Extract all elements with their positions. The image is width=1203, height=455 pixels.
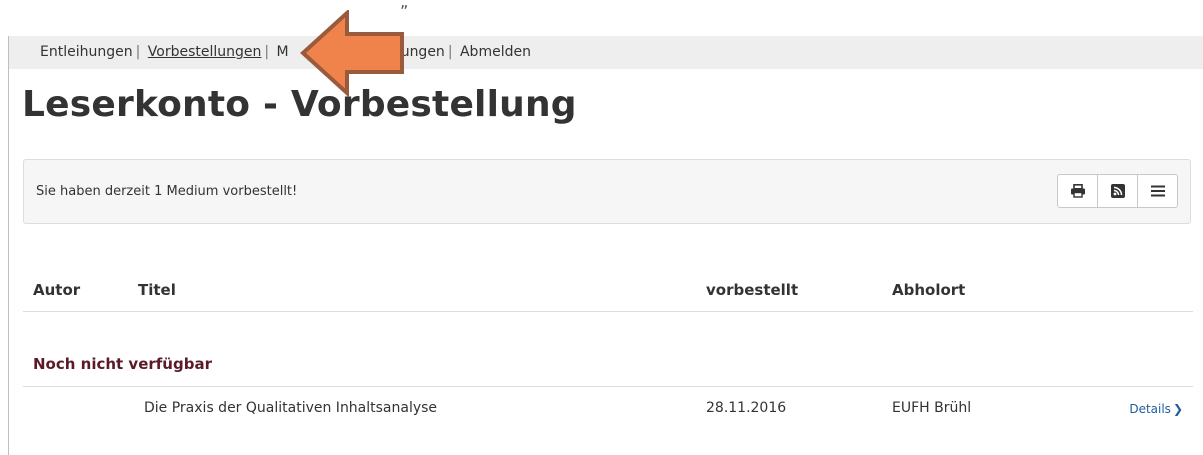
- column-header-vorbestellt[interactable]: vorbestellt: [706, 281, 798, 299]
- info-panel: Sie haben derzeit 1 Medium vorbestellt!: [23, 159, 1191, 224]
- reservation-count-text: Sie haben derzeit 1 Medium vorbestellt!: [36, 184, 298, 199]
- menu-icon: [1150, 185, 1165, 197]
- toolbar-button-group: [1057, 174, 1178, 208]
- group-divider: [23, 386, 1193, 387]
- account-nav-bar: Entleihungen| Vorbestellungen| Mnstellun…: [9, 36, 1203, 69]
- column-header-abholort[interactable]: Abholort: [892, 281, 965, 299]
- details-label: Details: [1129, 402, 1171, 416]
- nav-link-vorbestellungen[interactable]: Vorbestellungen: [148, 44, 262, 60]
- group-heading-unavailable: Noch nicht verfügbar: [33, 355, 212, 373]
- print-icon: [1070, 184, 1085, 198]
- nav-separator: |: [447, 44, 453, 60]
- details-link[interactable]: Details ❯: [1129, 402, 1183, 416]
- menu-button[interactable]: [1137, 174, 1178, 208]
- column-header-autor[interactable]: Autor: [33, 281, 80, 299]
- nav-separator: |: [264, 44, 270, 60]
- chevron-right-icon: ❯: [1172, 402, 1183, 416]
- table-header-divider: [23, 311, 1193, 312]
- rss-button[interactable]: [1097, 174, 1138, 208]
- arrow-left-icon: [300, 10, 404, 98]
- cell-abholort: EUFH Brühl: [892, 400, 972, 416]
- cell-titel: Die Praxis der Qualitativen Inhaltsanaly…: [144, 400, 438, 416]
- left-border: [8, 36, 9, 455]
- nav-separator: |: [135, 44, 141, 60]
- rss-icon: [1110, 184, 1125, 198]
- cell-vorbestellt: 28.11.2016: [706, 400, 787, 416]
- nav-link-abmelden[interactable]: Abmelden: [460, 44, 531, 60]
- print-button[interactable]: [1057, 174, 1098, 208]
- nav-link-entleihungen[interactable]: Entleihungen: [40, 44, 133, 60]
- column-header-titel[interactable]: Titel: [138, 281, 176, 299]
- nav-link-obscured[interactable]: M: [277, 44, 289, 60]
